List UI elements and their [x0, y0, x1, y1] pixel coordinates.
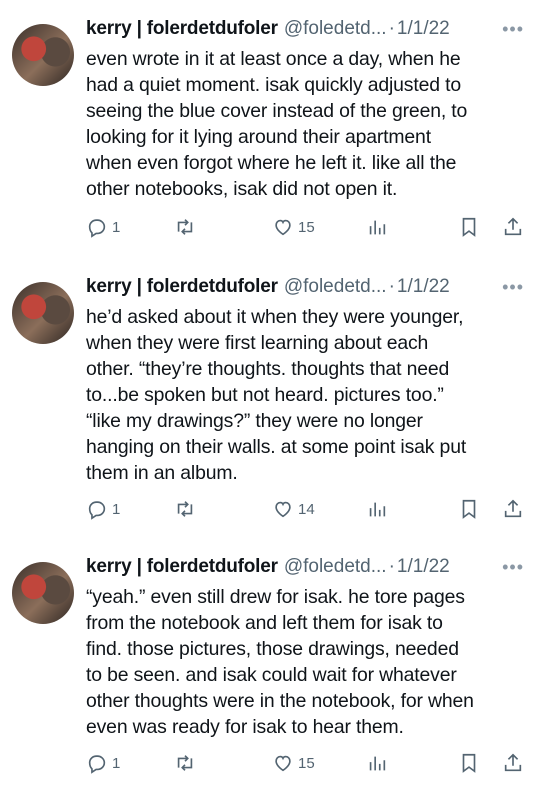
- action-bar: 1 15: [86, 752, 526, 776]
- views-icon: [369, 220, 386, 235]
- reply-icon: [88, 755, 106, 774]
- share-button[interactable]: [502, 752, 524, 774]
- tweet-content: kerry | folerdetdufoler @foledetd... · 1…: [86, 276, 526, 486]
- text-line: when they were first learning about each: [86, 332, 429, 354]
- share-button[interactable]: [502, 498, 524, 520]
- tweet-text: he’d asked about it when they were young…: [86, 304, 526, 486]
- tweet-date[interactable]: 1/1/22: [397, 556, 450, 578]
- tweet-content: kerry | folerdetdufoler @foledetd... · 1…: [86, 18, 526, 202]
- reply-count: 1: [112, 218, 121, 236]
- separator-dot: ·: [388, 18, 395, 39]
- tweet-header: kerry | folerdetdufoler @foledetd... · 1…: [86, 18, 526, 46]
- more-options-icon[interactable]: •••: [502, 278, 524, 296]
- separator-dot: ·: [388, 556, 395, 577]
- retweet-icon: [177, 755, 193, 771]
- user-handle[interactable]: @foledetd...: [284, 276, 387, 298]
- like-button[interactable]: 15: [272, 216, 315, 238]
- like-button[interactable]: 15: [272, 752, 315, 774]
- tweet-text: even wrote in it at least once a day, wh…: [86, 46, 526, 202]
- bookmark-icon: [462, 753, 476, 773]
- text-line: had a quiet moment. isak quickly adjuste…: [86, 74, 461, 96]
- share-icon: [504, 499, 522, 518]
- reply-button[interactable]: 1: [86, 752, 120, 774]
- reply-icon: [88, 219, 106, 238]
- text-line: when even forgot where he left it. like …: [86, 152, 457, 174]
- like-button[interactable]: 14: [272, 498, 315, 520]
- reply-button[interactable]: 1: [86, 216, 120, 238]
- reply-count: 1: [112, 754, 121, 772]
- avatar[interactable]: [12, 282, 74, 344]
- like-icon: [275, 501, 291, 518]
- text-line: he’d asked about it when they were young…: [86, 306, 464, 328]
- share-icon: [504, 753, 522, 772]
- display-name[interactable]: kerry | folerdetdufoler: [86, 276, 278, 298]
- tweet-content: kerry | folerdetdufoler @foledetd... · 1…: [86, 556, 526, 740]
- text-line: hanging on their walls. at some point is…: [86, 436, 467, 458]
- views-button[interactable]: [366, 752, 388, 774]
- text-line: “like my drawings?” they were no longer: [86, 410, 423, 432]
- retweet-icon: [177, 501, 193, 517]
- reply-button[interactable]: 1: [86, 498, 120, 520]
- like-icon: [275, 219, 291, 236]
- like-icon: [275, 755, 291, 772]
- user-handle[interactable]: @foledetd...: [284, 18, 387, 40]
- text-line: “yeah.” even still drew for isak. he tor…: [86, 586, 465, 608]
- tweet-date[interactable]: 1/1/22: [397, 276, 450, 298]
- text-line: other. “they’re thoughts. thoughts that …: [86, 358, 450, 380]
- more-options-icon[interactable]: •••: [502, 20, 524, 38]
- text-line: even wrote in it at least once a day, wh…: [86, 48, 461, 70]
- avatar[interactable]: [12, 24, 74, 86]
- tweet-header: kerry | folerdetdufoler @foledetd... · 1…: [86, 276, 526, 304]
- text-line: looking for it lying around their apartm…: [86, 126, 431, 148]
- more-options-icon[interactable]: •••: [502, 558, 524, 576]
- retweet-button[interactable]: [174, 498, 200, 520]
- tweet-date[interactable]: 1/1/22: [397, 18, 450, 40]
- text-line: other notebooks, isak did not open it.: [86, 178, 398, 200]
- avatar[interactable]: [12, 562, 74, 624]
- text-line: seeing the blue cover instead of the gre…: [86, 100, 468, 122]
- text-line: to be seen. and isak could wait for what…: [86, 664, 457, 686]
- retweet-button[interactable]: [174, 216, 200, 238]
- separator-dot: ·: [388, 276, 395, 297]
- tweet-header: kerry | folerdetdufoler @foledetd... · 1…: [86, 556, 526, 584]
- bookmark-button[interactable]: [458, 216, 480, 238]
- views-icon: [369, 502, 386, 517]
- like-count: 14: [298, 500, 315, 518]
- text-line: other thoughts were in the notebook, for…: [86, 690, 474, 712]
- display-name[interactable]: kerry | folerdetdufoler: [86, 18, 278, 40]
- bookmark-icon: [462, 499, 476, 519]
- retweet-icon: [177, 219, 193, 235]
- share-icon: [504, 217, 522, 236]
- action-bar: 1 14: [86, 498, 526, 522]
- text-line: find. those pictures, those drawings, ne…: [86, 638, 459, 660]
- text-line: them in an album.: [86, 462, 238, 484]
- text-line: from the notebook and left them for isak…: [86, 612, 443, 634]
- like-count: 15: [298, 754, 315, 772]
- user-handle[interactable]: @foledetd...: [284, 556, 387, 578]
- reply-icon: [88, 501, 106, 520]
- views-button[interactable]: [366, 498, 388, 520]
- views-icon: [369, 756, 386, 771]
- action-bar: 1 15: [86, 216, 526, 240]
- share-button[interactable]: [502, 216, 524, 238]
- text-line: to...be spoken but not heard. pictures t…: [86, 384, 444, 406]
- retweet-button[interactable]: [174, 752, 200, 774]
- bookmark-icon: [462, 217, 476, 237]
- views-button[interactable]: [366, 216, 388, 238]
- like-count: 15: [298, 218, 315, 236]
- reply-count: 1: [112, 500, 121, 518]
- display-name[interactable]: kerry | folerdetdufoler: [86, 556, 278, 578]
- bookmark-button[interactable]: [458, 752, 480, 774]
- text-line: even was ready for isak to hear them.: [86, 716, 404, 738]
- bookmark-button[interactable]: [458, 498, 480, 520]
- tweet-text: “yeah.” even still drew for isak. he tor…: [86, 584, 526, 740]
